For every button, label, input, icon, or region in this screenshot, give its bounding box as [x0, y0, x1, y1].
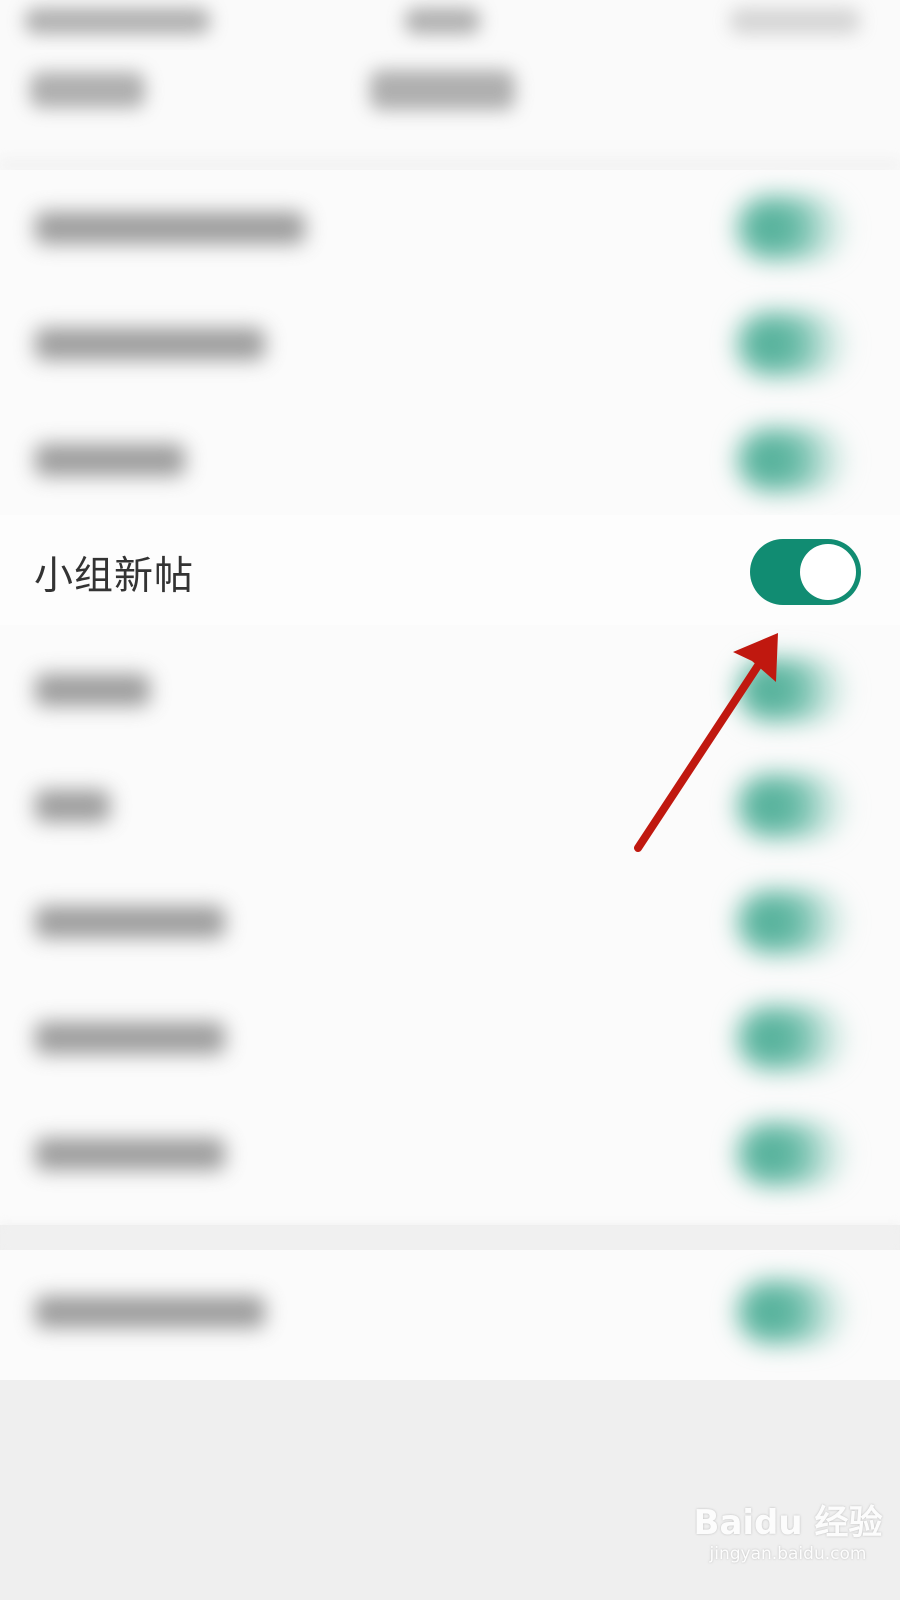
status-bar-left-blur [25, 8, 210, 34]
back-button-blur[interactable] [30, 72, 145, 108]
page-title-blur [370, 70, 515, 110]
group-new-posts-toggle[interactable] [750, 539, 861, 605]
row-label-blur [35, 790, 110, 822]
row-label-blur [35, 1138, 225, 1170]
toggle-switch-blur[interactable] [737, 428, 847, 492]
notification-settings-screen: 小组新帖 Baidu 经验 jingyan.baidu.com [0, 0, 900, 1600]
row-label-blur [35, 674, 150, 706]
settings-row-group-new-posts[interactable]: 小组新帖 [0, 515, 900, 625]
status-bar [0, 0, 900, 50]
watermark-logo: Baidu 经验 [693, 1503, 883, 1543]
row-label-blur [35, 328, 265, 360]
row-label-blur [35, 1022, 225, 1054]
settings-row[interactable] [0, 632, 900, 748]
settings-row[interactable] [0, 402, 900, 518]
status-bar-right-blur [730, 8, 860, 34]
settings-row-label: 小组新帖 [34, 554, 195, 599]
status-bar-clock-blur [405, 8, 480, 34]
toggle-switch-blur[interactable] [737, 890, 847, 954]
toggle-switch-blur[interactable] [737, 196, 847, 260]
settings-row[interactable] [0, 748, 900, 864]
settings-row[interactable] [0, 1254, 900, 1370]
settings-row[interactable] [0, 170, 900, 286]
toggle-knob [800, 544, 856, 600]
header [0, 50, 900, 170]
settings-row[interactable] [0, 864, 900, 980]
toggle-switch-blur[interactable] [737, 1122, 847, 1186]
toggle-switch-blur[interactable] [737, 1006, 847, 1070]
settings-list-secondary [0, 1250, 900, 1380]
toggle-switch-blur[interactable] [737, 774, 847, 838]
watermark: Baidu 经验 jingyan.baidu.com [688, 1495, 888, 1590]
settings-row[interactable] [0, 980, 900, 1096]
section-separator [0, 1225, 900, 1253]
header-divider [0, 160, 900, 170]
settings-list [0, 170, 900, 1225]
settings-row[interactable] [0, 1096, 900, 1212]
row-label-blur [35, 1296, 265, 1328]
toggle-switch-blur[interactable] [737, 658, 847, 722]
row-label-blur [35, 444, 185, 476]
toggle-switch-blur[interactable] [737, 312, 847, 376]
row-label-blur [35, 212, 305, 244]
settings-row[interactable] [0, 286, 900, 402]
watermark-url: jingyan.baidu.com [709, 1544, 867, 1564]
row-label-blur [35, 906, 225, 938]
toggle-switch-blur[interactable] [737, 1280, 847, 1344]
